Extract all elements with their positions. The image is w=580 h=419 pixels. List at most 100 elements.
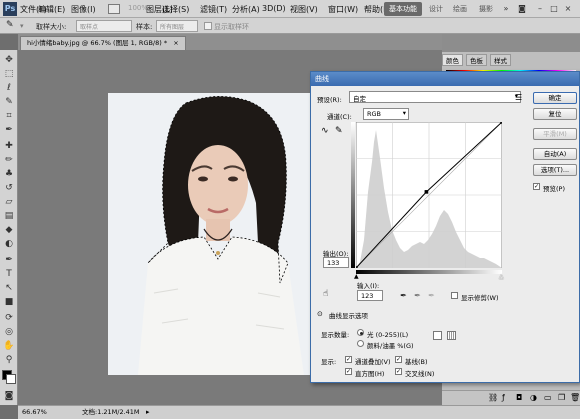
- sample-size-select[interactable]: 取样点: [76, 20, 132, 32]
- gradient-tool-icon[interactable]: ▤: [3, 210, 15, 222]
- lasso-tool-icon[interactable]: ℓ: [3, 82, 15, 94]
- options-button[interactable]: 选项(T)...: [533, 164, 577, 176]
- 3d-rotate-icon[interactable]: ⟳: [3, 312, 15, 324]
- 3d-orbit-icon[interactable]: ◎: [3, 326, 15, 338]
- show-ring-checkbox[interactable]: [204, 22, 212, 30]
- document-tab-title: hi小情绪baby.jpg @ 66.7% (图层 1, RGB/8) *: [27, 39, 168, 47]
- gray-eyedropper-icon[interactable]: ✒: [413, 290, 422, 301]
- eraser-tool-icon[interactable]: ▱: [3, 196, 15, 208]
- workspace-photography[interactable]: 摄影: [474, 2, 498, 16]
- light-radio[interactable]: [357, 329, 364, 336]
- channel-select[interactable]: RGB ▾: [363, 108, 409, 120]
- dialog-title-bar[interactable]: 曲线: [311, 72, 579, 86]
- menu-select[interactable]: 选择(S): [162, 4, 189, 15]
- workspace-essentials[interactable]: 基本功能: [384, 2, 422, 16]
- collapse-options-icon[interactable]: ⊙: [317, 310, 323, 318]
- cs-live-icon[interactable]: ◙: [516, 3, 528, 14]
- output-field[interactable]: 133: [323, 257, 349, 268]
- targeted-adjustment-icon[interactable]: ☝: [323, 289, 328, 299]
- panel-tab-swatches[interactable]: 色板: [466, 54, 487, 66]
- close-tab-icon[interactable]: ×: [173, 39, 178, 47]
- auto-button[interactable]: 自动(A): [533, 148, 577, 160]
- black-eyedropper-icon[interactable]: ✒: [399, 290, 408, 301]
- ok-button[interactable]: 确定: [533, 92, 577, 104]
- curve-control-point[interactable]: [424, 190, 429, 194]
- history-brush-icon[interactable]: ↺: [3, 182, 15, 194]
- type-tool-icon[interactable]: T: [3, 268, 15, 280]
- path-select-icon[interactable]: ↖: [3, 282, 15, 294]
- pen-tool-icon[interactable]: ✒: [3, 254, 15, 266]
- output-gradient-bar: [351, 122, 355, 268]
- sample-size-label: 取样大小:: [36, 23, 67, 31]
- workspace-more-icon[interactable]: »: [500, 3, 512, 14]
- close-window-icon[interactable]: ×: [562, 3, 574, 14]
- new-group-icon[interactable]: ▭: [544, 393, 552, 402]
- zoom-tool-icon[interactable]: ⚲: [3, 354, 15, 366]
- move-tool-icon[interactable]: ✥: [3, 54, 15, 66]
- curve-edit-points-icon[interactable]: ∿: [321, 126, 329, 136]
- detailed-grid-icon[interactable]: [447, 331, 456, 340]
- panel-tab-color[interactable]: 颜色: [442, 54, 463, 66]
- clone-stamp-icon[interactable]: ♣: [3, 168, 15, 180]
- menu-3d[interactable]: 3D(D): [262, 4, 286, 13]
- delete-layer-icon[interactable]: 🗑: [570, 393, 580, 402]
- status-zoom[interactable]: 66.67%: [22, 406, 47, 419]
- mask-icon[interactable]: ◘: [516, 393, 522, 402]
- fx-icon[interactable]: ƒ: [502, 393, 505, 402]
- curve-graph[interactable]: [356, 122, 502, 268]
- histogram-checkbox[interactable]: ✓: [345, 368, 352, 375]
- document-image[interactable]: [108, 93, 326, 375]
- tool-preset-picker-icon[interactable]: ▾: [20, 22, 24, 30]
- crop-tool-icon[interactable]: ⌗: [3, 110, 15, 122]
- menu-window[interactable]: 窗口(W): [328, 4, 358, 15]
- display-options-label: 曲线显示选项: [329, 312, 368, 320]
- preset-options-icon[interactable]: ☰: [515, 93, 522, 102]
- minimize-icon[interactable]: –: [534, 3, 546, 14]
- quick-mask-icon[interactable]: ◙: [3, 390, 15, 402]
- document-tab[interactable]: hi小情绪baby.jpg @ 66.7% (图层 1, RGB/8) * ×: [20, 36, 186, 50]
- maximize-icon[interactable]: □: [548, 3, 560, 14]
- menu-filter[interactable]: 滤镜(T): [200, 4, 227, 15]
- eyedropper-icon[interactable]: ✒: [3, 124, 15, 136]
- intersection-checkbox[interactable]: ✓: [395, 368, 402, 375]
- marquee-tool-icon[interactable]: ⬚: [3, 68, 15, 80]
- smooth-button[interactable]: 平滑(M): [533, 128, 577, 140]
- sample-select[interactable]: 所有图层: [156, 20, 198, 32]
- workspace-design[interactable]: 设计: [424, 2, 448, 16]
- panel-footer: ⛓ ƒ ◘ ◑ ▭ ❐ 🗑: [442, 390, 580, 405]
- eyedropper-tool-icon[interactable]: ✎: [6, 20, 14, 30]
- baseline-checkbox[interactable]: ✓: [395, 356, 402, 363]
- channel-overlays-checkbox[interactable]: ✓: [345, 356, 352, 363]
- show-amount-label: 显示数量:: [321, 331, 350, 339]
- new-layer-icon[interactable]: ❐: [558, 393, 565, 402]
- pigment-radio[interactable]: [357, 340, 364, 347]
- hand-tool-icon[interactable]: ✋: [3, 340, 15, 352]
- document-tab-bar: hi小情绪baby.jpg @ 66.7% (图层 1, RGB/8) * ×: [18, 34, 442, 50]
- healing-brush-icon[interactable]: ✚: [3, 140, 15, 152]
- workspace-painting[interactable]: 绘画: [448, 2, 472, 16]
- preview-checkbox[interactable]: ✓: [533, 183, 540, 190]
- preset-select[interactable]: 自定 ▾: [349, 91, 521, 103]
- dodge-tool-icon[interactable]: ◐: [3, 238, 15, 250]
- simple-grid-icon[interactable]: [433, 331, 442, 340]
- panel-tab-styles[interactable]: 样式: [490, 54, 511, 66]
- dialog-title: 曲线: [315, 75, 329, 83]
- link-layers-icon[interactable]: ⛓: [488, 393, 498, 402]
- toolbox: ✥ ⬚ ℓ ✎ ⌗ ✒ ✚ ✏ ♣ ↺ ▱ ▤ ◆ ◐ ✒ T ↖ ■ ⟳ ◎ …: [0, 50, 18, 405]
- brush-tool-icon[interactable]: ✏: [3, 154, 15, 166]
- show-clipping-checkbox[interactable]: [451, 292, 458, 299]
- shape-tool-icon[interactable]: ■: [3, 296, 15, 308]
- status-arrow-icon[interactable]: ▸: [146, 406, 150, 419]
- quick-select-tool-icon[interactable]: ✎: [3, 96, 15, 108]
- adjustment-layer-icon[interactable]: ◑: [530, 393, 537, 402]
- curve-pencil-icon[interactable]: ✎: [335, 126, 343, 136]
- input-field[interactable]: 123: [357, 290, 383, 301]
- black-point-slider-icon[interactable]: ▲: [354, 273, 359, 280]
- menu-view[interactable]: 视图(V): [290, 4, 318, 15]
- reset-button[interactable]: 复位: [533, 108, 577, 120]
- white-point-slider-icon[interactable]: △: [499, 273, 504, 280]
- white-eyedropper-icon[interactable]: ✒: [427, 290, 436, 301]
- menu-analysis[interactable]: 分析(A): [232, 4, 260, 15]
- blur-tool-icon[interactable]: ◆: [3, 224, 15, 236]
- background-color-swatch[interactable]: [6, 374, 16, 384]
